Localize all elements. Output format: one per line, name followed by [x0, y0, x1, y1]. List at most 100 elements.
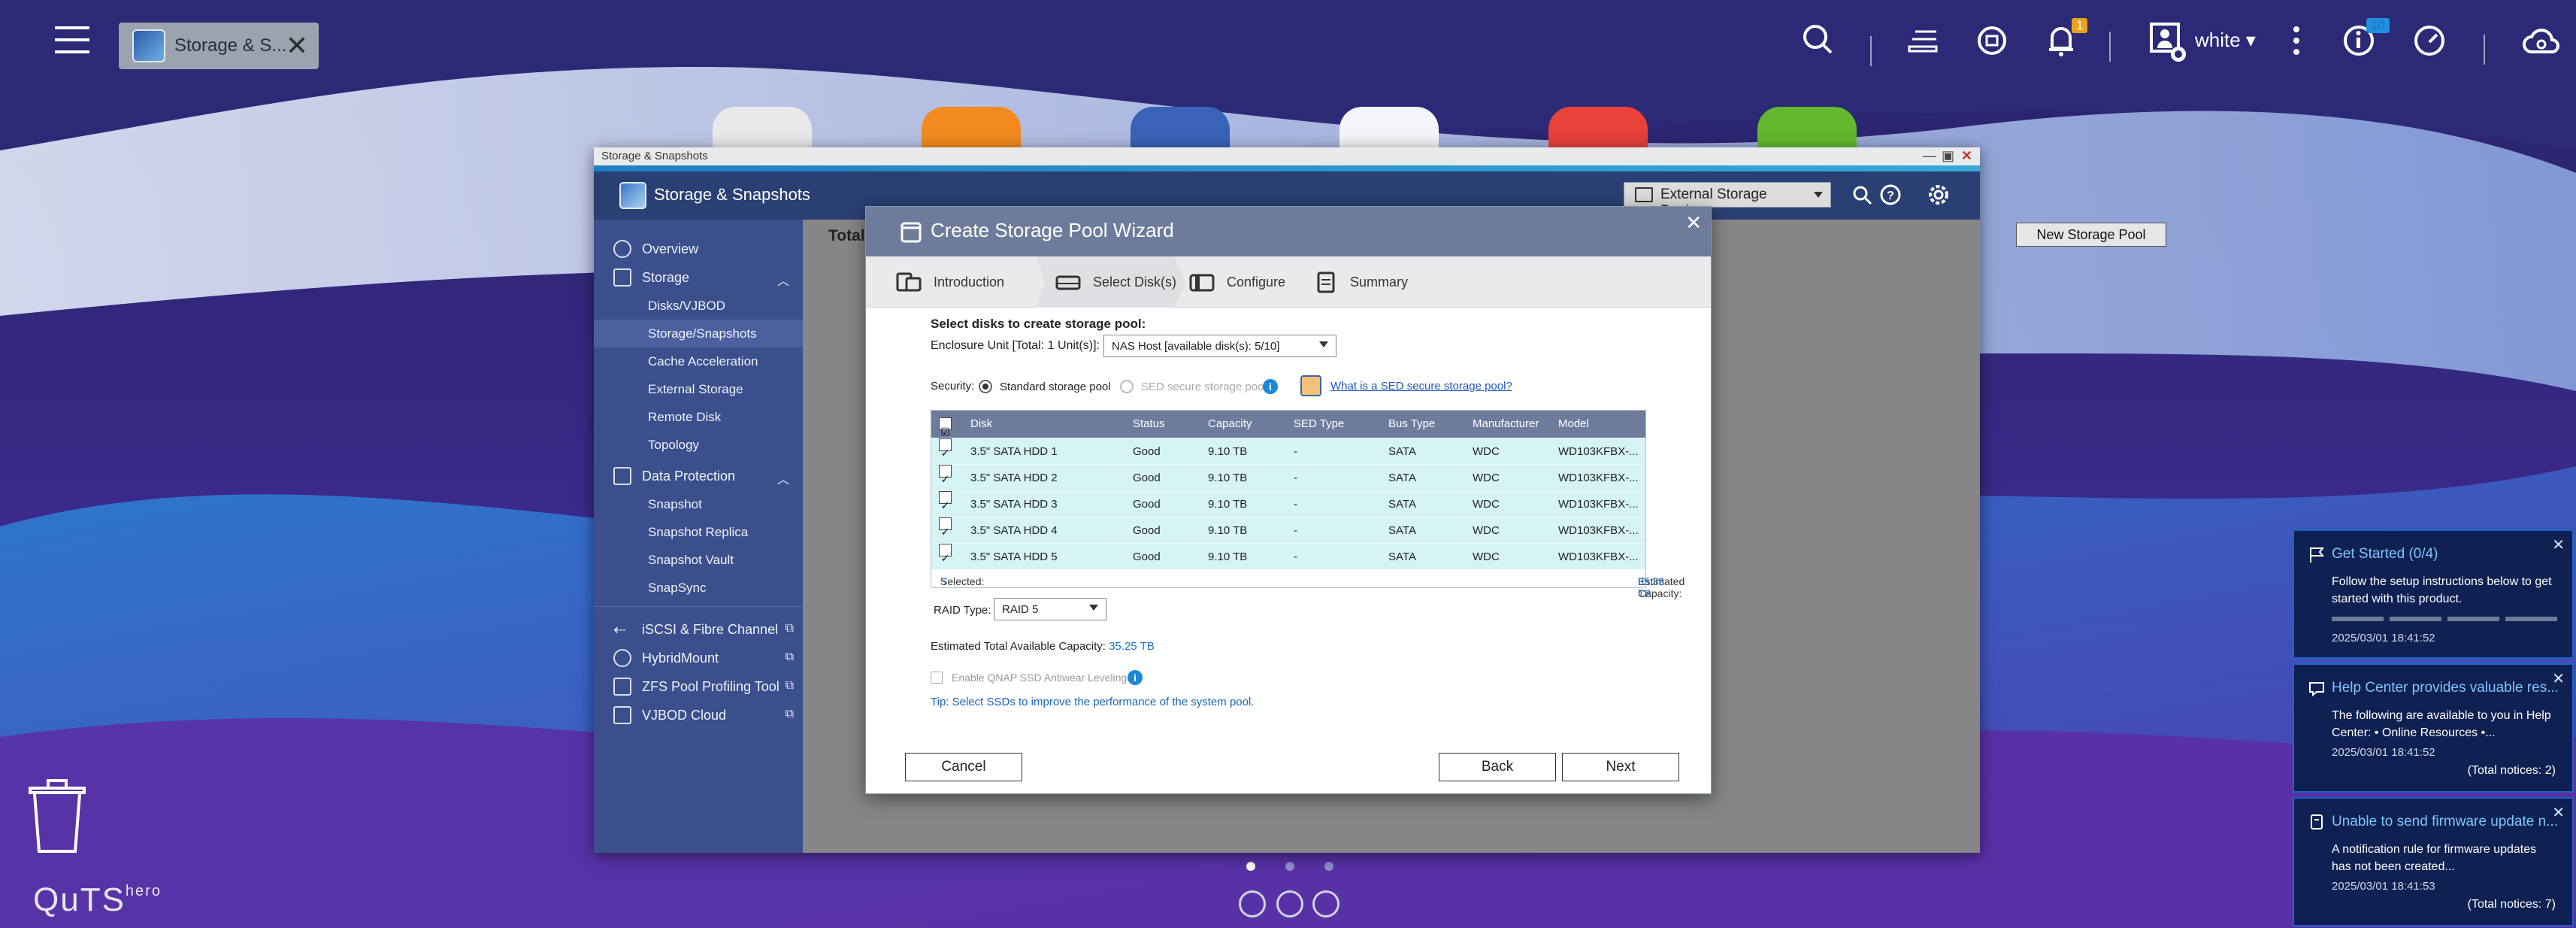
sidebar-item-storage-snapshots[interactable]: Storage/Snapshots	[594, 320, 803, 347]
sidebar-item-label: Storage/Snapshots	[648, 326, 757, 341]
sidebar-item-label: Disks/VJBOD	[648, 299, 725, 313]
sidebar-item-zfs-tool[interactable]: ZFS Pool Profiling Tool ⧉	[594, 672, 803, 701]
close-icon[interactable]: ✕	[2552, 669, 2565, 688]
taskbar-tab-storage[interactable]: Storage & S... ✕	[119, 23, 319, 69]
sidebar-item-label: Data Protection	[642, 469, 736, 484]
enclosure-select[interactable]: NAS Host [available disk(s): 5/10]	[1103, 335, 1336, 357]
select-all-checkbox[interactable]: ☑	[939, 417, 952, 438]
maximize-icon[interactable]: ▣	[1942, 148, 1954, 164]
sidebar-item-remote[interactable]: Remote Disk	[594, 403, 803, 431]
cancel-button[interactable]: Cancel	[905, 753, 1022, 781]
help-icon[interactable]: ?	[1878, 182, 1903, 208]
close-icon[interactable]: ✕	[1685, 211, 1702, 235]
row-checkbox[interactable]: ✓	[939, 544, 952, 564]
tools-icon[interactable]	[1276, 890, 1303, 917]
search-icon[interactable]	[1800, 21, 1836, 57]
disk-name: 3.5" SATA HDD 4	[970, 524, 1058, 537]
back-button[interactable]: Back	[1439, 753, 1556, 781]
table-row[interactable]: ✓ 3.5" SATA HDD 3 Good 9.10 TB - SATA WD…	[931, 490, 1645, 517]
raid-type-select[interactable]: RAID 5	[994, 598, 1106, 620]
total-capacity-value: 35.25 TB	[1109, 640, 1155, 653]
notification-time: 2025/03/01 18:41:52	[2332, 632, 2435, 644]
table-row[interactable]: ✓ 3.5" SATA HDD 5 Good 9.10 TB - SATA WD…	[931, 543, 1645, 569]
user-icon[interactable]	[2147, 21, 2189, 63]
gear-icon[interactable]	[1926, 182, 1951, 208]
settings-app-tile[interactable]	[713, 107, 812, 152]
row-checkbox[interactable]: ✓	[939, 517, 952, 538]
sidebar-item-data-protection[interactable]: Data Protection ︿	[594, 462, 803, 490]
notification-card[interactable]: Help Center provides valuable res... ✕ T…	[2293, 663, 2574, 793]
sidebar-item-storage[interactable]: Storage ︿	[594, 263, 803, 292]
row-checkbox[interactable]: ✓	[939, 491, 952, 511]
sidebar-item-snapsync[interactable]: SnapSync	[594, 574, 803, 602]
disks-icon	[896, 272, 922, 292]
sed-info-link[interactable]: What is a SED secure storage pool?	[1330, 380, 1512, 393]
column-header: Bus Type	[1388, 417, 1436, 430]
security-label: Security:	[931, 380, 975, 393]
dashboard-icon[interactable]	[1239, 890, 1266, 917]
layout-icon[interactable]	[1312, 890, 1339, 917]
minimize-icon[interactable]: —	[1923, 148, 1936, 164]
table-row[interactable]: ✓ 3.5" SATA HDD 2 Good 9.10 TB - SATA WD…	[931, 464, 1645, 490]
sidebar-item-snapshot-replica[interactable]: Snapshot Replica	[594, 518, 803, 546]
sidebar-item-snapshot-vault[interactable]: Snapshot Vault	[594, 546, 803, 574]
sidebar-item-vjbod-cloud[interactable]: VJBOD Cloud ⧉	[594, 701, 803, 729]
create-storage-pool-wizard: Create Storage Pool Wizard ✕ Introductio…	[865, 206, 1712, 794]
storage-app-tile[interactable]	[1131, 107, 1230, 152]
sidebar-item-overview[interactable]: Overview	[594, 235, 803, 263]
close-icon[interactable]: ✕	[2552, 803, 2565, 822]
antiwear-checkbox[interactable]	[931, 672, 943, 684]
close-icon[interactable]: ✕	[1961, 148, 1972, 164]
disk-manufacturer: WDC	[1473, 524, 1500, 537]
page-indicator-dot[interactable]	[1285, 862, 1294, 871]
dashboard-gauge-icon[interactable]	[2411, 23, 2447, 59]
table-row[interactable]: ✓ 3.5" SATA HDD 1 Good 9.10 TB - SATA WD…	[931, 438, 1645, 464]
info-icon[interactable]: i	[1128, 670, 1143, 685]
external-storage-dropdown[interactable]: External Storage Devices	[1624, 182, 1831, 219]
new-storage-pool-button[interactable]: New Storage Pool	[2016, 223, 2166, 247]
standard-pool-label: Standard storage pool	[1000, 381, 1111, 393]
app-tile[interactable]	[1339, 107, 1439, 152]
hybridmount-icon	[613, 649, 631, 667]
disk-capacity: 9.10 TB	[1208, 498, 1248, 511]
sync-icon[interactable]	[1974, 23, 2010, 59]
sidebar-item-topology[interactable]: Topology	[594, 431, 803, 459]
firmware-icon	[2311, 814, 2323, 829]
sidebar-item-snapshot[interactable]: Snapshot	[594, 490, 803, 518]
sidebar-item-hybridmount[interactable]: HybridMount ⧉	[594, 644, 803, 672]
row-checkbox[interactable]: ✓	[939, 465, 952, 485]
help-app-tile[interactable]	[1757, 107, 1857, 152]
page-indicator-dot[interactable]	[1324, 862, 1333, 871]
sidebar-item-cache[interactable]: Cache Acceleration	[594, 347, 803, 375]
main-menu-icon[interactable]	[45, 17, 99, 63]
standard-pool-radio[interactable]	[979, 380, 992, 393]
dashboard-icon	[613, 240, 631, 258]
notification-card[interactable]: Get Started (0/4) ✕ Follow the setup ins…	[2293, 529, 2574, 659]
trash-icon[interactable]	[27, 779, 87, 854]
sidebar-item-disks[interactable]: Disks/VJBOD	[594, 292, 803, 320]
table-row[interactable]: ✓ 3.5" SATA HDD 4 Good 9.10 TB - SATA WD…	[931, 517, 1645, 543]
column-header: Status	[1133, 417, 1165, 430]
sed-pool-radio[interactable]	[1120, 380, 1134, 393]
notification-card[interactable]: Unable to send firmware update n... ✕ A …	[2293, 797, 2574, 926]
app-center-tile[interactable]	[1548, 107, 1648, 152]
sidebar-item-label: VJBOD Cloud	[642, 708, 727, 723]
cloud-icon[interactable]	[2521, 23, 2562, 60]
info-icon[interactable]: i	[1263, 379, 1278, 394]
disk-capacity: 9.10 TB	[1208, 524, 1248, 537]
sidebar-item-external[interactable]: External Storage	[594, 375, 803, 403]
row-checkbox[interactable]: ✓	[939, 438, 952, 459]
file-station-app-tile[interactable]	[922, 107, 1021, 152]
sidebar-item-iscsi[interactable]: ⇠ iSCSI & Fibre Channel ⧉	[594, 615, 803, 644]
username-menu[interactable]: white ▾	[2195, 29, 2256, 52]
scan-icon[interactable]	[1849, 182, 1875, 208]
page-indicator-dot-active[interactable]	[1246, 862, 1255, 871]
window-titlebar[interactable]: Storage & Snapshots — ▣ ✕	[594, 147, 1980, 165]
background-tasks-icon[interactable]	[1905, 23, 1941, 59]
more-options-icon[interactable]	[2285, 23, 2308, 59]
close-icon[interactable]: ✕	[2552, 535, 2565, 554]
external-link-icon: ⧉	[785, 622, 794, 635]
next-button[interactable]: Next	[1562, 753, 1679, 781]
selected-label: Selected:	[940, 575, 985, 587]
close-icon[interactable]: ✕	[286, 30, 308, 62]
